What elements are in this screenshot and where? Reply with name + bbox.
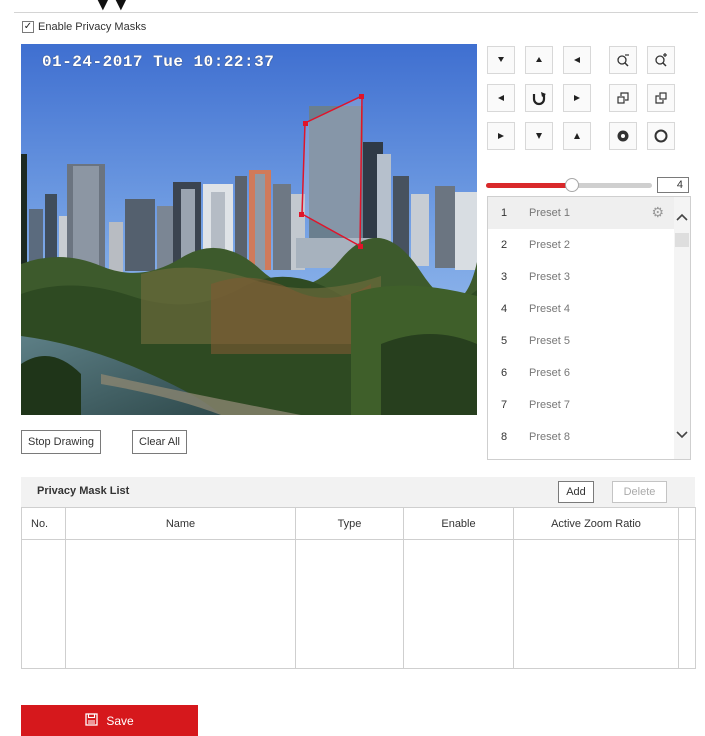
table-cell — [678, 539, 696, 669]
preset-name: Preset 5 — [529, 335, 570, 347]
preset-name: Preset 7 — [529, 399, 570, 411]
stop-drawing-button[interactable]: Stop Drawing — [21, 430, 102, 454]
chevron-down-icon[interactable] — [674, 427, 690, 443]
preset-item[interactable]: 3 Preset 3 — [488, 261, 674, 293]
preset-list[interactable]: 1 Preset 1 ⚙ 2 Preset 2 3 Preset 3 4 Pre… — [487, 196, 691, 460]
zoom-out-button[interactable] — [609, 46, 637, 74]
iris-close-button[interactable] — [609, 122, 637, 150]
zoom-in-icon — [654, 53, 668, 67]
scroll-thumb[interactable] — [675, 233, 689, 247]
arrow-down-icon — [535, 132, 543, 140]
focus-near-button[interactable] — [609, 84, 637, 112]
preset-name: Preset 8 — [529, 431, 570, 443]
ptz-speed-value: 4 — [657, 177, 689, 193]
enable-privacy-masks-row[interactable]: ✓ Enable Privacy Masks — [22, 19, 146, 35]
enable-privacy-masks-checkbox[interactable]: ✓ — [22, 21, 34, 33]
iris-open-icon — [654, 129, 668, 143]
table-cell — [403, 539, 514, 669]
auto-rotate-icon — [531, 90, 547, 106]
preset-number: 3 — [501, 271, 508, 283]
pan-left-button[interactable] — [487, 84, 515, 112]
preset-number: 2 — [501, 239, 508, 251]
arrow-up-left-icon — [497, 56, 505, 64]
arrow-left-icon — [497, 94, 505, 102]
zoom-in-button[interactable] — [647, 46, 675, 74]
preset-name: Preset 2 — [529, 239, 570, 251]
gear-icon[interactable]: ⚙ — [651, 205, 664, 219]
save-label: Save — [106, 713, 134, 728]
iris-close-icon — [616, 129, 630, 143]
chevron-up-icon[interactable] — [674, 209, 690, 225]
table-cell — [513, 539, 679, 669]
table-cell — [65, 539, 296, 669]
arrow-down-right-icon — [573, 132, 581, 140]
save-icon — [85, 712, 98, 729]
pan-right-button[interactable] — [563, 84, 591, 112]
focus-far-button[interactable] — [647, 84, 675, 112]
preset-item[interactable]: 5 Preset 5 — [488, 325, 674, 357]
pan-down-left-button[interactable] — [487, 122, 515, 150]
column-header-scroll — [678, 507, 696, 541]
preset-number: 4 — [501, 303, 508, 315]
table-cell — [21, 539, 66, 669]
video-scene — [21, 44, 477, 415]
osd-timestamp: 01-24-2017 Tue 10:22:37 — [42, 53, 275, 71]
column-header-no: No. — [21, 507, 66, 541]
column-header-name: Name — [65, 507, 296, 541]
privacy-mask-table: No. Name Type Enable Active Zoom Ratio — [21, 507, 696, 669]
ptz-speed-thumb[interactable] — [565, 178, 579, 192]
add-mask-button[interactable]: Add — [558, 481, 594, 503]
preset-name: Preset 1 — [529, 207, 570, 219]
pan-up-right-button[interactable] — [563, 46, 591, 74]
preset-scrollbar[interactable] — [674, 197, 690, 459]
preset-item[interactable]: 1 Preset 1 ⚙ — [488, 197, 674, 229]
preset-number: 6 — [501, 367, 508, 379]
column-header-active-zoom-ratio: Active Zoom Ratio — [513, 507, 679, 541]
preset-number: 5 — [501, 335, 508, 347]
enable-privacy-masks-label: Enable Privacy Masks — [38, 21, 147, 33]
focus-far-icon — [654, 91, 668, 105]
focus-near-icon — [616, 91, 630, 105]
preset-number: 7 — [501, 399, 508, 411]
preset-item[interactable]: 4 Preset 4 — [488, 293, 674, 325]
column-header-enable: Enable — [403, 507, 514, 541]
pan-down-button[interactable] — [525, 122, 553, 150]
zoom-out-icon — [616, 53, 630, 67]
auto-pan-button[interactable] — [525, 84, 553, 112]
arrow-down-left-icon — [497, 132, 505, 140]
arrow-right-icon — [573, 94, 581, 102]
save-button[interactable]: Save — [21, 705, 198, 736]
table-header-row: No. Name Type Enable Active Zoom Ratio — [21, 507, 696, 541]
preset-number: 8 — [501, 431, 508, 443]
arrow-up-icon — [535, 56, 543, 64]
live-video-preview[interactable]: 01-24-2017 Tue 10:22:37 — [21, 44, 477, 415]
pan-up-left-button[interactable] — [487, 46, 515, 74]
preset-name: Preset 6 — [529, 367, 570, 379]
preset-name: Preset 3 — [529, 271, 570, 283]
preset-item[interactable]: 7 Preset 7 — [488, 389, 674, 421]
pan-up-button[interactable] — [525, 46, 553, 74]
preset-name: Preset 4 — [529, 303, 570, 315]
preset-number: 1 — [501, 207, 508, 219]
preset-item[interactable]: 8 Preset 8 — [488, 421, 674, 453]
delete-mask-button[interactable]: Delete — [612, 481, 667, 503]
privacy-mask-list-title: Privacy Mask List — [37, 485, 130, 497]
divider — [14, 12, 698, 13]
ptz-speed-fill — [486, 183, 572, 188]
clear-all-button[interactable]: Clear All — [132, 430, 187, 454]
preset-item[interactable]: 6 Preset 6 — [488, 357, 674, 389]
table-cell — [295, 539, 404, 669]
pan-down-right-button[interactable] — [563, 122, 591, 150]
column-header-type: Type — [295, 507, 404, 541]
table-empty-row — [21, 539, 696, 669]
preset-item[interactable]: 2 Preset 2 — [488, 229, 674, 261]
arrow-up-right-icon — [573, 56, 581, 64]
iris-open-button[interactable] — [647, 122, 675, 150]
